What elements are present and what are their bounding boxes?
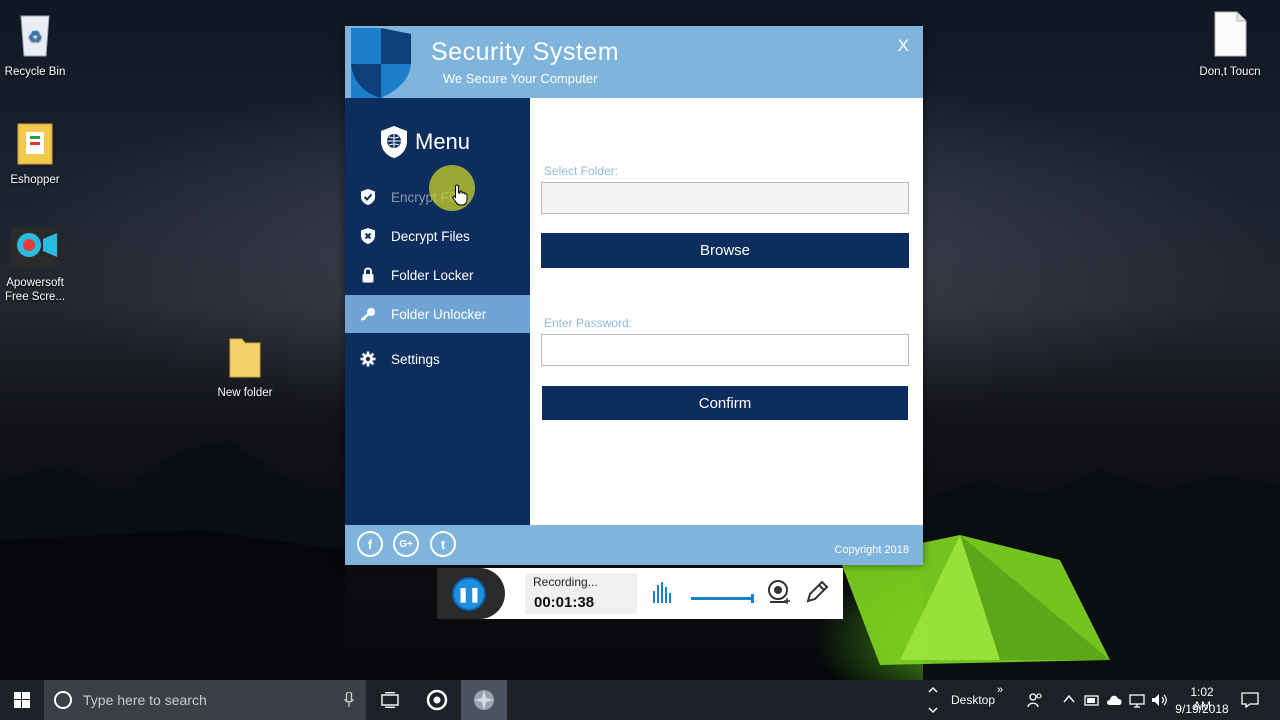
app-header: Security System We Secure Your Computer … — [345, 26, 923, 98]
task-view-icon — [381, 692, 399, 708]
nav-item-folder-unlocker[interactable]: Folder Unlocker — [345, 295, 530, 333]
close-button[interactable]: X — [898, 36, 909, 56]
content-panel: Select Folder: Browse Enter Password: Co… — [530, 98, 923, 525]
recycle-bin-shortcut[interactable]: ♻ Recycle Bin — [0, 10, 75, 79]
folder-path-input[interactable] — [541, 182, 909, 214]
app-title: Security System — [431, 38, 620, 66]
volume-icon[interactable] — [1151, 692, 1169, 708]
task-view-button[interactable] — [367, 680, 413, 720]
folder-icon — [205, 335, 285, 382]
audio-level-icon[interactable] — [653, 581, 671, 605]
recording-time: 00:01:38 — [534, 594, 595, 611]
start-button[interactable] — [0, 680, 44, 720]
nav-item-folder-locker[interactable]: Folder Locker — [345, 256, 530, 294]
twitter-icon[interactable]: t — [430, 531, 456, 557]
google-plus-icon[interactable]: G+ — [393, 531, 419, 557]
folder-icon — [0, 120, 75, 169]
recorder-app-icon — [426, 689, 448, 711]
action-center-icon[interactable] — [1241, 692, 1259, 708]
app-disc-icon — [474, 690, 494, 710]
globe-shield-icon — [381, 126, 407, 158]
lock-icon — [345, 267, 391, 283]
recording-info: Recording... 00:01:38 — [525, 573, 637, 614]
menu-header: Menu — [379, 125, 470, 159]
pen-annotate-icon[interactable] — [805, 580, 829, 604]
search-placeholder: Type here to search — [83, 692, 207, 708]
menu-title: Menu — [415, 129, 471, 154]
taskbar-app-recorder[interactable] — [414, 680, 460, 720]
recorder-control-area: ❚❚ — [437, 568, 505, 619]
tray-scroll-arrows-icon[interactable] — [927, 684, 939, 716]
nav-item-decrypt-files[interactable]: Decrypt Files — [345, 217, 530, 255]
sidebar-menu: Menu Encrypt Files Decrypt Files Folder … — [345, 98, 530, 525]
windows-taskbar: Type here to search Desktop » 1:02 AM 9/… — [0, 680, 1280, 720]
taskbar-search-box[interactable]: Type here to search — [44, 680, 366, 720]
desktop-toolbar-label[interactable]: Desktop — [951, 693, 995, 707]
cortana-icon — [54, 691, 72, 709]
copyright-text: Copyright 2018 — [834, 544, 909, 556]
recycle-bin-icon: ♻ — [0, 10, 75, 61]
screen-recorder-icon — [0, 225, 75, 272]
network-icon[interactable] — [1129, 692, 1145, 708]
facebook-icon[interactable]: f — [357, 531, 383, 557]
taskbar-app-security-system[interactable] — [461, 680, 507, 720]
screen-recorder-toolbar: ❚❚ Recording... 00:01:38 — [437, 568, 843, 619]
confirm-button[interactable]: Confirm — [542, 386, 908, 420]
browse-button[interactable]: Browse — [541, 233, 909, 268]
webcam-icon[interactable] — [767, 580, 791, 606]
password-input[interactable] — [541, 334, 909, 366]
shield-logo-icon — [351, 28, 411, 98]
eshopper-shortcut[interactable]: Eshopper — [0, 120, 75, 187]
document-icon — [1190, 10, 1270, 61]
onedrive-icon[interactable] — [1106, 692, 1124, 708]
show-hidden-icons-chevron-icon[interactable] — [1063, 694, 1075, 704]
key-icon — [345, 307, 391, 321]
svg-text:♻: ♻ — [28, 27, 42, 46]
enter-password-label: Enter Password: — [544, 316, 633, 330]
app-subtitle: We Secure Your Computer — [443, 71, 598, 86]
dont-touch-shortcut[interactable]: Don,t Toucn — [1190, 10, 1270, 79]
nav-item-settings[interactable]: Settings — [345, 340, 530, 378]
people-icon[interactable] — [1027, 692, 1043, 708]
security-system-window: Security System We Secure Your Computer … — [345, 26, 923, 565]
toolbar-expand-chevron-icon[interactable]: » — [997, 684, 1003, 696]
gear-icon — [345, 351, 391, 367]
app-footer: f G+ t Copyright 2018 — [345, 525, 923, 565]
new-folder-shortcut[interactable]: New folder — [205, 335, 285, 400]
recording-status: Recording... — [533, 575, 598, 589]
shield-x-icon — [345, 228, 391, 244]
volume-slider[interactable] — [691, 594, 755, 604]
battery-tray-icon[interactable] — [1084, 692, 1100, 708]
windows-logo-icon — [14, 692, 30, 708]
microphone-icon[interactable] — [344, 692, 354, 708]
select-folder-label: Select Folder: — [544, 164, 619, 178]
pause-recording-button[interactable]: ❚❚ — [452, 577, 486, 611]
apowersoft-shortcut[interactable]: Apowersoft Free Scre... — [0, 225, 75, 304]
shield-check-icon — [345, 189, 391, 205]
clock-date[interactable]: 9/19/2018 — [1174, 702, 1230, 716]
hand-cursor-icon — [452, 184, 468, 206]
